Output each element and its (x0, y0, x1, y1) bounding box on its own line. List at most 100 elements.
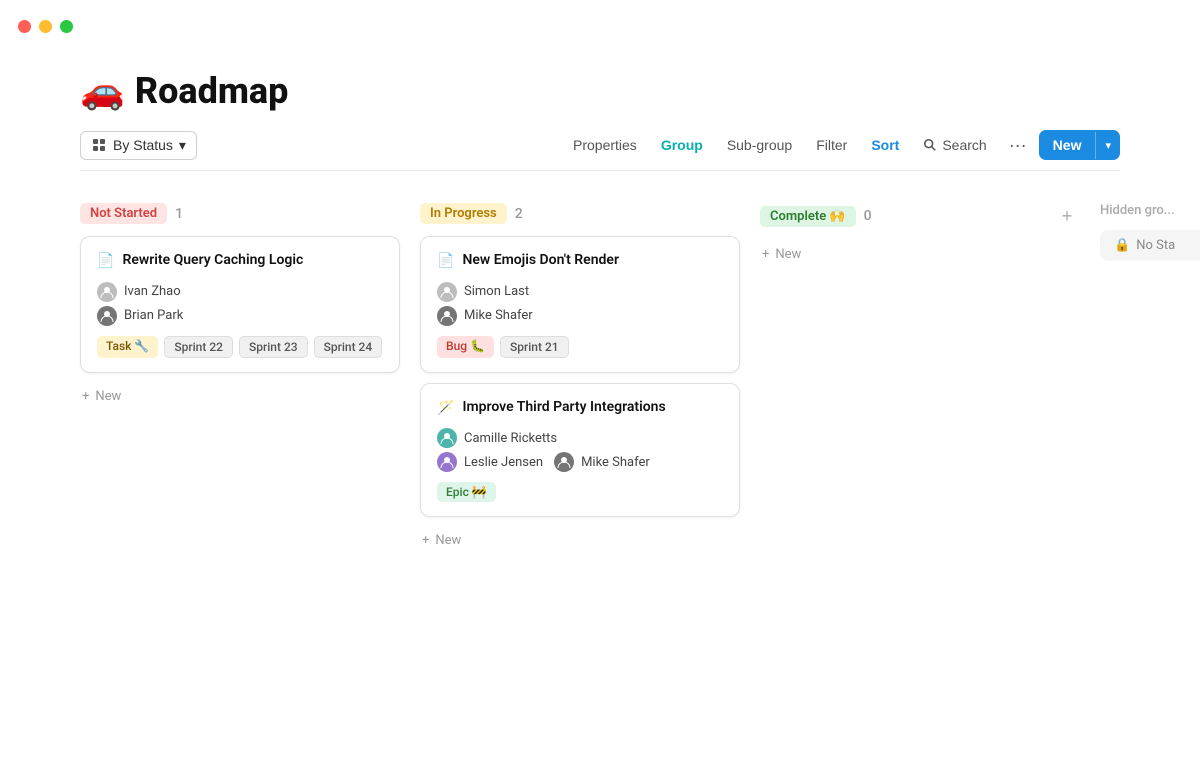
tag-sprint-22: Sprint 22 (164, 336, 233, 358)
person-name: Mike Shafer (581, 455, 650, 470)
status-badge-complete: Complete 🙌 (760, 206, 856, 227)
add-new-not-started[interactable]: + New (80, 385, 400, 408)
person-name: Ivan Zhao (124, 284, 181, 299)
tag-sprint-23: Sprint 23 (239, 336, 308, 358)
board: Not Started 1 📄 Rewrite Query Caching Lo… (0, 183, 1200, 771)
more-options-button[interactable]: ··· (1001, 131, 1035, 159)
avatar (437, 452, 457, 472)
card-person: Simon Last (437, 282, 723, 302)
add-new-label: New (775, 247, 801, 262)
add-new-in-progress[interactable]: + New (420, 529, 740, 552)
tag-epic: Epic 🚧 (437, 482, 496, 502)
hidden-group-badge: 🔒 No Sta (1100, 230, 1200, 261)
card-title-text: Rewrite Query Caching Logic (122, 251, 303, 271)
status-badge-in-progress: In Progress (420, 203, 507, 224)
column-not-started: Not Started 1 📄 Rewrite Query Caching Lo… (80, 203, 400, 751)
titlebar (0, 0, 1200, 52)
group-by-button[interactable]: By Status ▾ (80, 131, 197, 160)
card-icon: 📄 (97, 252, 114, 272)
card-person: Mike Shafer (437, 306, 723, 326)
card-rewrite-query: 📄 Rewrite Query Caching Logic Ivan Zhao … (80, 236, 400, 373)
plus-icon: + (762, 247, 769, 262)
filter-button[interactable]: Filter (806, 132, 857, 158)
hidden-group-status: No Sta (1136, 238, 1175, 253)
column-header-complete: Complete 🙌 0 + (760, 203, 1080, 229)
search-label: Search (942, 137, 986, 153)
card-title-text: New Emojis Don't Render (462, 251, 619, 271)
card-tags: Task 🔧 Sprint 22 Sprint 23 Sprint 24 (97, 336, 383, 358)
card-person: Camille Ricketts (437, 428, 723, 448)
column-in-progress: In Progress 2 📄 New Emojis Don't Render … (420, 203, 740, 751)
tag-task: Task 🔧 (97, 336, 158, 358)
search-icon (923, 138, 937, 152)
traffic-light-red[interactable] (18, 20, 31, 33)
grid-icon (91, 137, 107, 153)
status-badge-not-started: Not Started (80, 203, 167, 224)
avatar (437, 428, 457, 448)
person-name: Mike Shafer (464, 308, 533, 323)
column-header-not-started: Not Started 1 (80, 203, 400, 224)
avatar (437, 282, 457, 302)
tag-sprint-24: Sprint 24 (314, 336, 383, 358)
add-new-label: New (95, 389, 121, 404)
traffic-light-yellow[interactable] (39, 20, 52, 33)
page-title: 🚗 Roadmap (80, 70, 1120, 112)
plus-icon: + (82, 389, 89, 404)
person-name: Brian Park (124, 308, 183, 323)
col-count-in-progress: 2 (515, 206, 523, 222)
page-title-text: Roadmap (135, 70, 289, 112)
add-complete-button[interactable]: + (1054, 203, 1080, 229)
new-button-caret[interactable]: ▾ (1095, 132, 1120, 159)
avatar (554, 452, 574, 472)
page-title-emoji: 🚗 (80, 70, 125, 112)
toolbar: By Status ▾ Properties Group Sub-group F… (80, 130, 1120, 171)
card-icon: 🪄 (437, 399, 454, 419)
add-new-label: New (435, 533, 461, 548)
card-person: Ivan Zhao (97, 282, 383, 302)
toolbar-left: By Status ▾ (80, 131, 561, 160)
card-people: Simon Last Mike Shafer (437, 282, 723, 326)
card-improve-integrations: 🪄 Improve Third Party Integrations Camil… (420, 383, 740, 518)
chevron-down-icon: ▾ (179, 137, 186, 154)
avatar (97, 282, 117, 302)
card-title-text: Improve Third Party Integrations (462, 398, 665, 418)
lock-icon: 🔒 (1114, 238, 1130, 253)
card-title: 🪄 Improve Third Party Integrations (437, 398, 723, 419)
card-person: Leslie Jensen Mike Shafer (437, 452, 723, 472)
plus-icon: + (422, 533, 429, 548)
hidden-group-col: Hidden gro... 🔒 No Sta (1100, 203, 1200, 751)
avatar (97, 306, 117, 326)
subgroup-button[interactable]: Sub-group (717, 132, 802, 158)
tag-sprint-21: Sprint 21 (500, 336, 569, 358)
search-button[interactable]: Search (913, 132, 996, 158)
person-name: Simon Last (464, 284, 529, 299)
col-count-complete: 0 (864, 208, 872, 224)
group-button[interactable]: Group (651, 132, 713, 158)
new-button-group: New ▾ (1039, 130, 1120, 160)
card-people: Camille Ricketts Leslie Jensen Mike Shaf… (437, 428, 723, 472)
col-count-not-started: 1 (175, 206, 183, 222)
column-header-in-progress: In Progress 2 (420, 203, 740, 224)
column-complete: Complete 🙌 0 + + New (760, 203, 1080, 751)
traffic-light-green[interactable] (60, 20, 73, 33)
page-header: 🚗 Roadmap By Status ▾ Properties Group S… (0, 52, 1200, 183)
hidden-group-label: Hidden gro... (1100, 203, 1175, 218)
new-button[interactable]: New (1039, 130, 1096, 160)
card-new-emojis: 📄 New Emojis Don't Render Simon Last Mik… (420, 236, 740, 373)
card-title: 📄 Rewrite Query Caching Logic (97, 251, 383, 272)
person-name: Leslie Jensen (464, 455, 543, 470)
card-icon: 📄 (437, 252, 454, 272)
card-person: Brian Park (97, 306, 383, 326)
tag-bug: Bug 🐛 (437, 336, 494, 358)
card-title: 📄 New Emojis Don't Render (437, 251, 723, 272)
card-people: Ivan Zhao Brian Park (97, 282, 383, 326)
card-tags: Bug 🐛 Sprint 21 (437, 336, 723, 358)
properties-button[interactable]: Properties (563, 132, 647, 158)
group-by-label: By Status (113, 137, 173, 153)
toolbar-right: Properties Group Sub-group Filter Sort S… (563, 130, 1120, 160)
sort-button[interactable]: Sort (861, 132, 909, 158)
add-new-complete[interactable]: + New (760, 243, 1080, 266)
avatar (437, 306, 457, 326)
card-tags: Epic 🚧 (437, 482, 723, 502)
person-name: Camille Ricketts (464, 431, 557, 446)
